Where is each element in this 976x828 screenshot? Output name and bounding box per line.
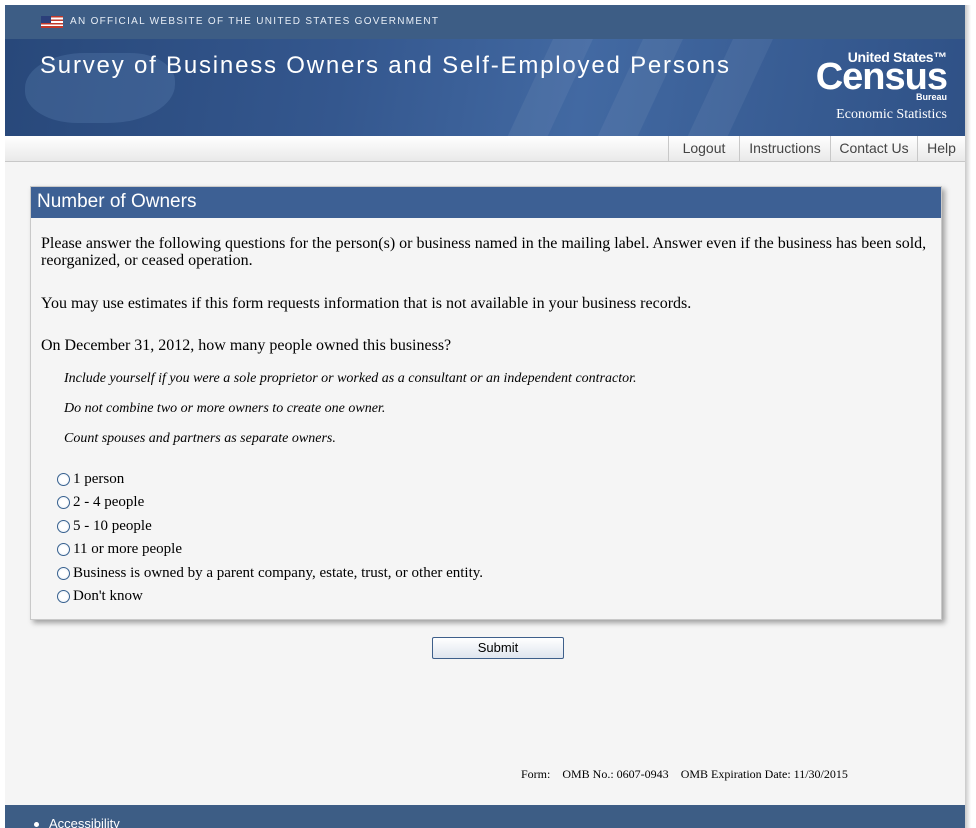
panel-title: Number of Owners xyxy=(37,191,197,212)
nav-contact-us[interactable]: Contact Us xyxy=(830,136,917,161)
page: AN OFFICIAL WEBSITE OF THE UNITED STATES… xyxy=(5,5,965,828)
us-flag-icon xyxy=(41,16,63,28)
omb-info: Form: OMB No.: 0607-0943 OMB Expiration … xyxy=(521,767,848,782)
radio-button[interactable] xyxy=(57,543,70,556)
omb-expiration: OMB Expiration Date: 11/30/2015 xyxy=(680,767,848,781)
note-sole-proprietor: Include yourself if you were a sole prop… xyxy=(64,371,637,386)
gov-banner: AN OFFICIAL WEBSITE OF THE UNITED STATES… xyxy=(5,5,965,39)
option-parent-company[interactable]: Business is owned by a parent company, e… xyxy=(57,565,483,582)
site-title: Survey of Business Owners and Self-Emplo… xyxy=(40,52,731,79)
page-shadow xyxy=(965,5,971,828)
radio-button[interactable] xyxy=(57,473,70,486)
radio-button[interactable] xyxy=(57,590,70,603)
question-text: On December 31, 2012, how many people ow… xyxy=(41,337,452,354)
estimates-text: You may use estimates if this form reque… xyxy=(41,295,692,312)
submit-button[interactable]: Submit xyxy=(432,637,564,659)
radio-button[interactable] xyxy=(57,520,70,533)
logo-line-census: Census xyxy=(815,56,948,98)
option-label: 11 or more people xyxy=(73,541,182,557)
accessibility-link-label: Accessibility xyxy=(49,816,120,828)
form-label: Form: xyxy=(521,767,551,781)
option-5-10-people[interactable]: 5 - 10 people xyxy=(57,518,152,535)
nav-help[interactable]: Help xyxy=(917,136,965,161)
intro-text: Please answer the following questions fo… xyxy=(41,235,927,269)
omb-number: OMB No.: 0607-0943 xyxy=(562,767,669,781)
option-label: Business is owned by a parent company, e… xyxy=(73,565,484,581)
number-of-owners-panel: Number of Owners Please answer the follo… xyxy=(30,186,942,620)
option-11-or-more[interactable]: 11 or more people xyxy=(57,541,182,558)
gov-banner-text: AN OFFICIAL WEBSITE OF THE UNITED STATES… xyxy=(70,16,440,27)
site-header: Survey of Business Owners and Self-Emplo… xyxy=(5,39,965,136)
nav-instructions[interactable]: Instructions xyxy=(739,136,830,161)
site-footer: Accessibility xyxy=(5,805,965,828)
logo-line-bureau: Bureau xyxy=(915,92,947,102)
top-nav: Logout Instructions Contact Us Help xyxy=(5,136,965,162)
bullet-icon xyxy=(34,822,39,827)
nav-logout[interactable]: Logout xyxy=(668,136,739,161)
panel-header: Number of Owners xyxy=(31,187,941,218)
option-2-4-people[interactable]: 2 - 4 people xyxy=(57,494,144,511)
economic-statistics-label: Economic Statistics xyxy=(836,107,947,122)
option-label: 5 - 10 people xyxy=(73,518,152,534)
radio-button[interactable] xyxy=(57,567,70,580)
option-label: 1 person xyxy=(73,471,125,487)
option-dont-know[interactable]: Don't know xyxy=(57,588,143,605)
option-label: Don't know xyxy=(73,588,143,604)
note-do-not-combine: Do not combine two or more owners to cre… xyxy=(64,401,386,416)
option-label: 2 - 4 people xyxy=(73,494,145,510)
radio-button[interactable] xyxy=(57,496,70,509)
option-1-person[interactable]: 1 person xyxy=(57,471,124,488)
note-spouses: Count spouses and partners as separate o… xyxy=(64,431,336,446)
